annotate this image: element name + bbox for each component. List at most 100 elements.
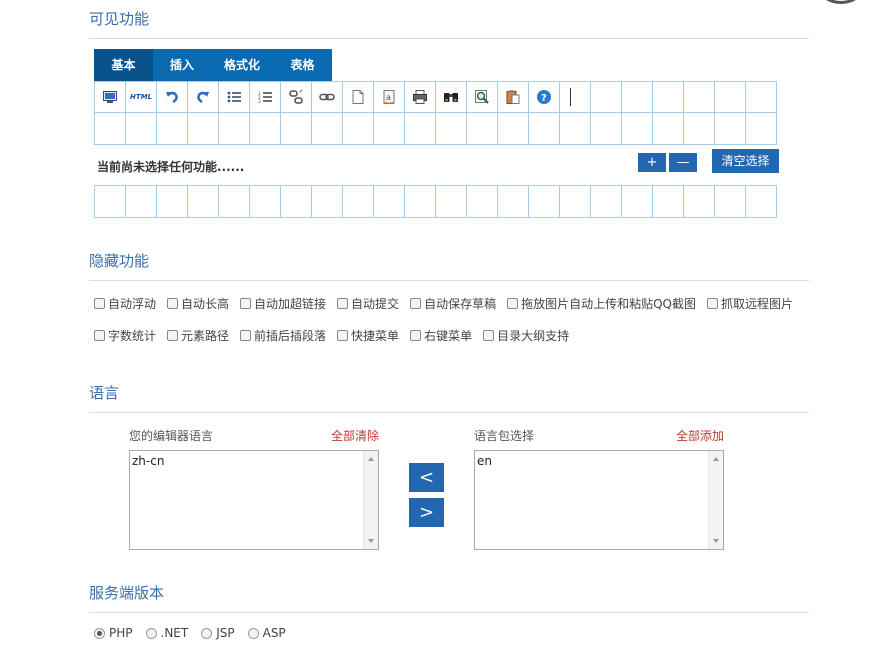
checkbox-word-count[interactable]: 字数统计	[94, 327, 156, 344]
grid-cell[interactable]	[560, 82, 591, 113]
grid-cell[interactable]	[622, 82, 653, 113]
checkbox-auto-link[interactable]: 自动加超链接	[240, 295, 326, 312]
checkbox-box[interactable]	[94, 330, 105, 341]
checkbox-drag-upload[interactable]: 拖放图片自动上传和粘贴QQ截图	[507, 295, 696, 312]
grid-cell[interactable]	[746, 82, 777, 113]
scroll-up-icon[interactable]	[368, 457, 374, 461]
checkbox-shortcut-menu[interactable]: 快捷菜单	[337, 327, 399, 344]
scroll-down-icon[interactable]	[368, 539, 374, 543]
radio-dot[interactable]	[94, 627, 105, 639]
scroll-down-icon[interactable]	[713, 539, 719, 543]
checkbox-box[interactable]	[240, 298, 252, 309]
radio-dot[interactable]	[247, 627, 259, 639]
grid-cell[interactable]	[219, 82, 250, 113]
grid-cell[interactable]	[684, 186, 715, 218]
checkbox-context-menu[interactable]: 右键菜单	[410, 327, 472, 344]
checkbox-catch-remote-image[interactable]: 抓取远程图片	[706, 295, 793, 312]
grid-cell[interactable]	[498, 186, 529, 218]
grid-cell[interactable]	[312, 82, 343, 113]
grid-cell[interactable]	[343, 82, 374, 113]
grid-cell[interactable]	[219, 186, 250, 218]
grid-cell[interactable]	[281, 186, 312, 218]
checkbox-auto-submit[interactable]: 自动提交	[337, 295, 399, 312]
grid-cell[interactable]: HTML	[126, 82, 157, 113]
checkbox-outline-support[interactable]: 目录大纲支持	[483, 327, 569, 344]
grid-cell[interactable]	[436, 186, 467, 218]
grid-cell[interactable]	[405, 186, 436, 218]
grid-cell[interactable]	[374, 113, 405, 145]
radio-asp[interactable]: ASP	[247, 626, 286, 640]
grid-cell[interactable]	[188, 82, 219, 113]
checkbox-box[interactable]	[706, 298, 718, 309]
grid-cell[interactable]	[653, 82, 684, 113]
grid-cell[interactable]	[157, 113, 188, 145]
checkbox-box[interactable]	[337, 330, 349, 341]
move-right-button[interactable]: >	[409, 498, 444, 527]
clear-selection-button[interactable]: 清空选择	[712, 149, 779, 173]
grid-cell[interactable]	[746, 113, 777, 145]
grid-cell[interactable]	[684, 82, 715, 113]
grid-cell[interactable]	[405, 113, 436, 145]
grid-cell[interactable]	[374, 186, 405, 218]
radio-dot[interactable]	[201, 627, 213, 639]
remove-row-button[interactable]: —	[669, 153, 697, 172]
clear-all-link[interactable]: 全部清除	[331, 427, 379, 444]
grid-cell[interactable]	[126, 113, 157, 145]
tab-format[interactable]: 格式化	[211, 49, 273, 81]
grid-cell[interactable]	[715, 186, 746, 218]
checkbox-box[interactable]	[167, 298, 179, 309]
radio-dot[interactable]	[145, 627, 157, 639]
grid-cell[interactable]	[219, 113, 250, 145]
grid-cell[interactable]	[188, 113, 219, 145]
grid-cell[interactable]: ?	[529, 82, 560, 113]
editor-language-listbox[interactable]: zh-cn	[129, 450, 379, 550]
listbox-scrollbar[interactable]	[708, 451, 723, 549]
grid-cell[interactable]	[188, 186, 219, 218]
grid-cell[interactable]	[653, 186, 684, 218]
grid-cell[interactable]	[343, 113, 374, 145]
grid-cell[interactable]	[95, 186, 126, 218]
grid-cell[interactable]	[343, 186, 374, 218]
checkbox-auto-height[interactable]: 自动长高	[167, 295, 229, 312]
grid-cell[interactable]	[684, 113, 715, 145]
grid-cell[interactable]	[157, 186, 188, 218]
checkbox-box[interactable]	[410, 298, 422, 309]
checkbox-insert-paragraph[interactable]: 前插后插段落	[240, 327, 326, 344]
grid-cell[interactable]	[95, 82, 126, 113]
grid-cell[interactable]	[436, 82, 467, 113]
checkbox-box[interactable]	[483, 330, 495, 341]
grid-cell[interactable]	[591, 82, 622, 113]
add-all-link[interactable]: 全部添加	[676, 427, 724, 444]
grid-cell[interactable]	[467, 82, 498, 113]
checkbox-box[interactable]	[337, 298, 349, 309]
radio-php[interactable]: PHP	[94, 626, 133, 640]
grid-cell[interactable]	[622, 186, 653, 218]
grid-cell[interactable]	[312, 186, 343, 218]
grid-cell[interactable]	[560, 113, 591, 145]
checkbox-auto-float[interactable]: 自动浮动	[94, 295, 156, 312]
radio-dotnet[interactable]: .NET	[145, 626, 188, 640]
checkbox-element-path[interactable]: 元素路径	[167, 327, 229, 344]
grid-cell[interactable]	[560, 186, 591, 218]
grid-cell[interactable]	[715, 82, 746, 113]
grid-cell[interactable]	[126, 186, 157, 218]
grid-cell[interactable]	[715, 113, 746, 145]
list-item[interactable]: zh-cn	[132, 454, 164, 468]
grid-cell[interactable]: 123	[250, 82, 281, 113]
add-row-button[interactable]: +	[638, 153, 666, 172]
grid-cell[interactable]	[312, 113, 343, 145]
tab-basic[interactable]: 基本	[94, 49, 153, 81]
checkbox-box[interactable]	[240, 330, 252, 341]
grid-cell[interactable]	[467, 113, 498, 145]
grid-cell[interactable]	[591, 113, 622, 145]
grid-cell[interactable]	[405, 82, 436, 113]
tab-table[interactable]: 表格	[273, 49, 332, 81]
language-pack-listbox[interactable]: en	[474, 450, 724, 550]
checkbox-box[interactable]	[507, 298, 519, 309]
scroll-up-icon[interactable]	[713, 457, 719, 461]
grid-cell[interactable]	[157, 82, 188, 113]
grid-cell[interactable]	[250, 113, 281, 145]
checkbox-auto-save-draft[interactable]: 自动保存草稿	[410, 295, 496, 312]
grid-cell[interactable]	[281, 82, 312, 113]
checkbox-box[interactable]	[410, 330, 422, 341]
